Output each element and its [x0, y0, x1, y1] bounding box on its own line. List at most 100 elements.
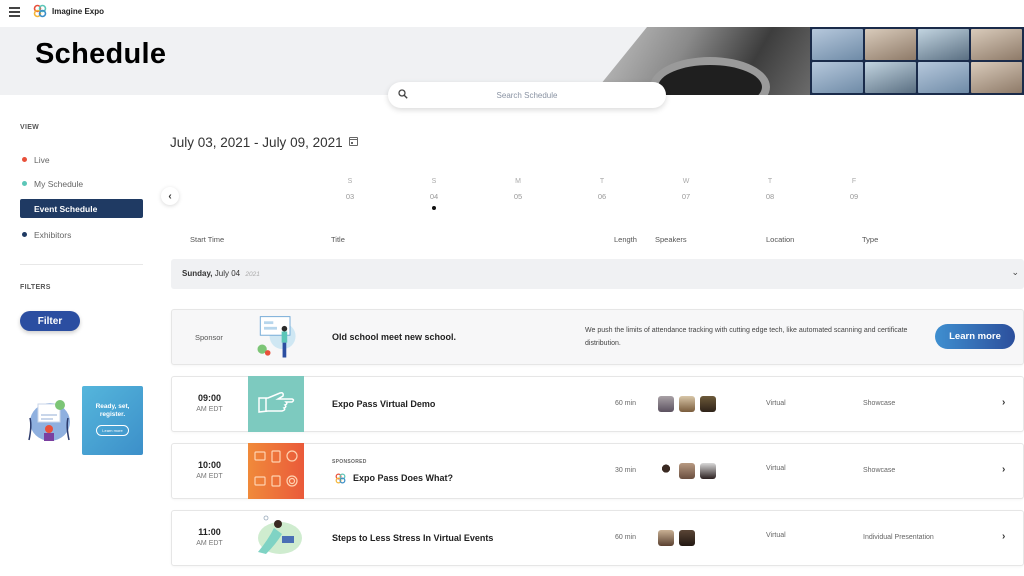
- day-selector[interactable]: F 09: [839, 178, 869, 201]
- day-selector-selected[interactable]: S 04: [419, 178, 449, 210]
- session-time: 11:00 AM EDT: [172, 527, 247, 547]
- avatar[interactable]: [679, 530, 695, 546]
- day-selector[interactable]: W 07: [671, 178, 701, 201]
- calendar-icon[interactable]: [349, 137, 358, 146]
- sidebar-item-label: Event Schedule: [34, 203, 98, 214]
- session-row[interactable]: 09:00 AM EDT Expo Pass Virtual Demo 60 m…: [171, 376, 1024, 432]
- sponsor-logo-icon: [335, 473, 346, 484]
- sidebar-item-my-schedule[interactable]: My Schedule: [20, 174, 143, 193]
- day-number: 04: [429, 192, 439, 201]
- avatar[interactable]: [700, 463, 716, 479]
- day-letter: M: [515, 178, 521, 185]
- start-time: 09:00: [197, 393, 222, 403]
- previous-week-button[interactable]: ‹: [161, 187, 179, 205]
- day-number: 05: [513, 192, 523, 201]
- sidebar-item-event-schedule[interactable]: Event Schedule: [20, 199, 143, 218]
- column-header-title: Title: [331, 235, 345, 244]
- day-letter: F: [851, 178, 857, 185]
- day-letter: T: [767, 178, 773, 185]
- session-row[interactable]: 11:00 AM EDT Steps to Less Stress In Vir…: [171, 510, 1024, 566]
- search-bar[interactable]: [388, 82, 666, 108]
- chevron-left-icon: ‹: [168, 190, 172, 202]
- sponsor-description: We push the limits of attendance trackin…: [585, 327, 908, 347]
- day-selector[interactable]: M 05: [503, 178, 533, 201]
- sidebar-item-label: My Schedule: [34, 178, 84, 189]
- speaker-avatars: [658, 530, 695, 546]
- live-dot-icon: [22, 157, 27, 162]
- register-promo-card[interactable]: Ready, set, register. Learn more: [82, 386, 143, 455]
- promo-learn-more-button[interactable]: Learn more: [96, 425, 129, 436]
- session-title: Expo Pass Virtual Demo: [332, 399, 436, 409]
- hero-video-call-image: [810, 27, 1024, 95]
- start-time: 11:00: [198, 527, 221, 537]
- day-group-header[interactable]: Sunday, July 04 2021 ⌄: [171, 259, 1024, 289]
- session-title: Steps to Less Stress In Virtual Events: [332, 533, 494, 543]
- search-input[interactable]: [427, 90, 627, 100]
- sponsor-row[interactable]: Sponsor Old school meet new school. We p…: [171, 309, 1024, 365]
- learn-more-button[interactable]: Learn more: [935, 324, 1015, 349]
- day-number: 08: [765, 192, 775, 201]
- avatar[interactable]: [679, 396, 695, 412]
- day-group-weekday: Sunday,: [182, 269, 213, 278]
- session-type: Showcase: [863, 400, 896, 407]
- sponsor-title: Old school meet new school.: [332, 332, 457, 342]
- chevron-right-icon[interactable]: ›: [1002, 464, 1005, 475]
- sidebar-divider: [20, 264, 143, 265]
- brand-name[interactable]: Imagine Expo: [52, 7, 104, 16]
- sidebar-item-exhibitors[interactable]: Exhibitors: [20, 225, 143, 244]
- day-selector[interactable]: T 08: [755, 178, 785, 201]
- my-schedule-dot-icon: [22, 181, 27, 186]
- avatar[interactable]: [658, 530, 674, 546]
- promo-text-line2: register.: [99, 411, 126, 418]
- day-letter: T: [599, 178, 605, 185]
- avatar[interactable]: [658, 396, 674, 412]
- session-time: 09:00 AM EDT: [172, 393, 247, 413]
- search-icon: [398, 89, 408, 99]
- day-number: 07: [681, 192, 691, 201]
- page-title: Schedule: [35, 38, 167, 70]
- filter-button[interactable]: Filter: [20, 311, 80, 331]
- sponsor-label: Sponsor: [195, 333, 223, 342]
- day-selector[interactable]: T 06: [587, 178, 617, 201]
- feature-icons-grid-icon: [254, 450, 298, 487]
- start-time: 10:00: [197, 460, 222, 470]
- pointing-hand-icon: [258, 392, 295, 413]
- avatar[interactable]: [679, 463, 695, 479]
- speaker-avatars: [658, 396, 716, 412]
- day-letter: S: [431, 178, 437, 185]
- day-group-year: 2021: [245, 271, 260, 278]
- top-bar: Imagine Expo: [0, 0, 1024, 27]
- day-selector[interactable]: S 03: [335, 178, 365, 201]
- imagine-expo-logo-icon[interactable]: [33, 4, 47, 18]
- chevron-right-icon[interactable]: ›: [1002, 397, 1005, 408]
- speaker-avatars: [658, 463, 716, 479]
- day-number: 06: [597, 192, 607, 201]
- day-letter: W: [682, 178, 690, 185]
- date-range: July 03, 2021 - July 09, 2021: [170, 135, 343, 150]
- register-illustration-icon: [28, 400, 70, 441]
- session-title: Expo Pass Does What?: [353, 473, 454, 483]
- session-row[interactable]: 10:00 AM EDT SPONSORED Expo Pass Does Wh…: [171, 443, 1024, 499]
- session-location: Virtual: [766, 532, 786, 539]
- day-group-label: Sunday, July 04 2021: [182, 269, 260, 278]
- chevron-down-icon[interactable]: ⌄: [1011, 267, 1019, 278]
- menu-icon[interactable]: [9, 7, 20, 17]
- sidebar-item-live[interactable]: Live: [20, 150, 143, 169]
- exhibitors-dot-icon: [22, 232, 27, 237]
- day-letter: S: [347, 178, 353, 185]
- time-zone: AM EDT: [196, 406, 223, 413]
- sidebar-item-label: Exhibitors: [34, 229, 72, 240]
- session-length: 60 min: [615, 534, 637, 541]
- chevron-right-icon[interactable]: ›: [1002, 531, 1005, 542]
- time-zone: AM EDT: [196, 473, 223, 480]
- session-thumbnail: [248, 443, 304, 499]
- day-number: 03: [345, 192, 355, 201]
- avatar[interactable]: [700, 396, 716, 412]
- avatar[interactable]: [658, 463, 674, 479]
- session-location: Virtual: [766, 400, 786, 407]
- filters-heading: FILTERS: [20, 284, 51, 291]
- time-zone: AM EDT: [196, 540, 223, 547]
- promo-text-line1: Ready, set,: [95, 403, 130, 410]
- sidebar-item-label: Live: [34, 154, 50, 165]
- column-header-start-time: Start Time: [190, 235, 225, 244]
